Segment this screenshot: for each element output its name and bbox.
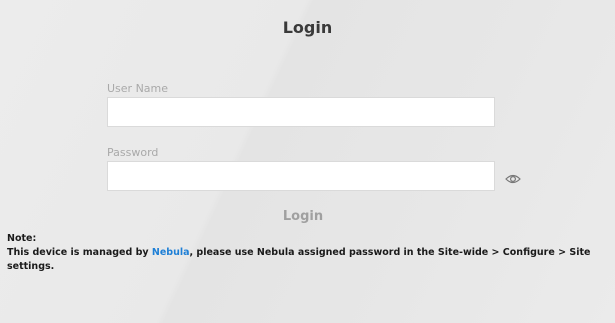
password-input[interactable] xyxy=(107,161,495,191)
username-label: User Name xyxy=(107,82,169,95)
password-label: Password xyxy=(107,146,159,159)
eye-icon[interactable] xyxy=(505,170,521,184)
note-title: Note: xyxy=(7,233,37,244)
username-input[interactable] xyxy=(107,97,495,127)
page-title: Login xyxy=(282,18,333,37)
note-text-before: This device is managed by xyxy=(7,247,152,258)
note-section: Note: This device is managed by Nebula, … xyxy=(7,232,612,274)
login-button[interactable]: Login xyxy=(273,205,333,227)
nebula-link[interactable]: Nebula xyxy=(152,247,190,258)
